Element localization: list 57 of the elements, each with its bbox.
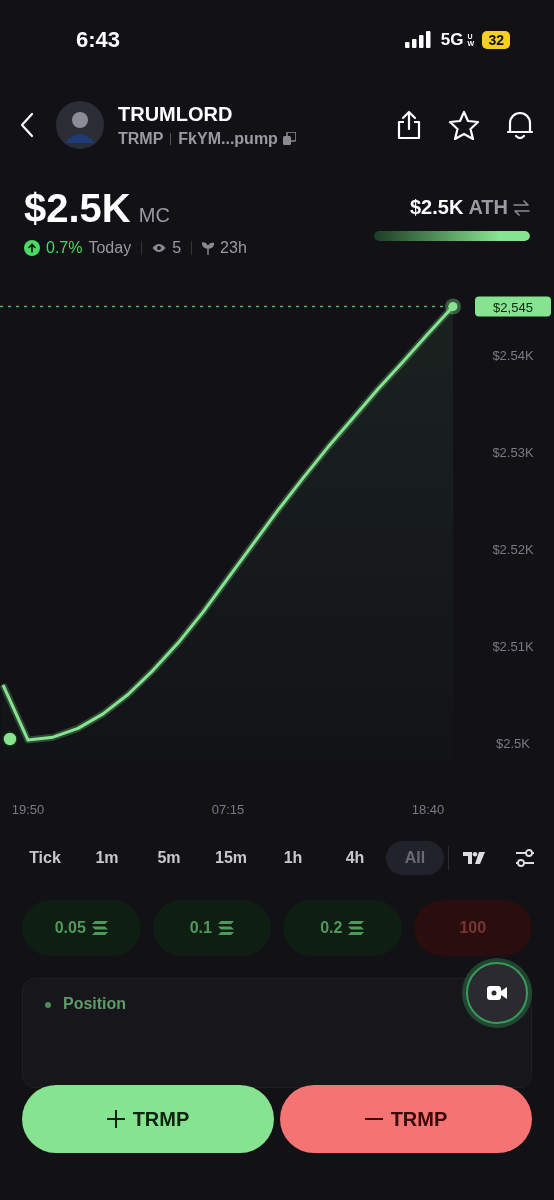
avatar-icon [56,101,104,149]
trade-button[interactable]: TRMP [280,1085,532,1153]
network-label: 5G [440,30,464,50]
camera-button[interactable] [466,962,528,1024]
timeframe-tab[interactable]: 1h [262,841,324,875]
token-age: 23h [220,239,247,257]
sol-icon [217,921,234,935]
sprout-icon [202,241,215,255]
eye-icon [152,243,167,253]
x-axis-label: 18:40 [411,802,445,817]
amount-button[interactable]: 0.2 [283,900,402,956]
swap-icon[interactable] [513,199,530,216]
video-camera-icon [487,985,507,1001]
price-dot [445,298,461,315]
market-cap-unit: MC [138,204,170,227]
x-axis-label: 19:50 [11,802,45,817]
y-axis-label: $2.52K [492,542,534,557]
battery-indicator: 32 [482,31,510,49]
timeframe-tab[interactable]: 4h [324,841,386,875]
signal-icon [404,31,433,49]
minus-icon [364,1118,383,1120]
ath-value: $2.5K [410,196,464,219]
ath-label: ATH [468,196,508,219]
timeframe-tab[interactable]: 1m [76,841,138,875]
bullet-icon [45,1002,51,1008]
change-percent: 0.7% [46,239,83,257]
sol-icon [348,921,365,935]
star-icon[interactable] [448,110,480,140]
status-time: 6:43 [76,27,121,53]
back-icon[interactable] [20,112,34,138]
y-axis-label: $2.51K [492,639,534,654]
trade-button[interactable]: TRMP [22,1085,274,1153]
start-marker-icon [2,731,18,747]
position-title: Position [63,995,127,1013]
share-icon[interactable] [396,110,422,140]
token-symbol: TRMP [118,129,164,148]
plus-icon [106,1110,125,1128]
y-axis-label: $2.5K [496,736,530,751]
amount-button[interactable]: 0.05 [22,900,141,956]
chart-logo-icon[interactable] [463,852,485,864]
change-period: Today [88,239,132,257]
y-axis-label: $2.53K [492,445,534,460]
timeframe-tab[interactable]: Tick [14,841,76,875]
settings-icon[interactable] [515,849,535,867]
amount-button[interactable]: 0.1 [152,900,271,956]
timeframe-tab[interactable]: 5m [138,841,200,875]
timeframe-tab[interactable]: 15m [200,841,262,875]
sol-icon [91,921,108,935]
bell-icon[interactable] [506,110,534,140]
copy-icon[interactable] [282,132,296,145]
view-count: 5 [172,239,182,257]
token-name: TRUMLORD [118,102,234,126]
price-tag: $2,545 [475,296,551,317]
y-axis-label: $2.54K [492,348,534,363]
market-cap-value: $2.5K [24,186,131,231]
token-address: FkYM...pump [178,129,278,148]
x-axis-label: 07:15 [211,802,245,817]
